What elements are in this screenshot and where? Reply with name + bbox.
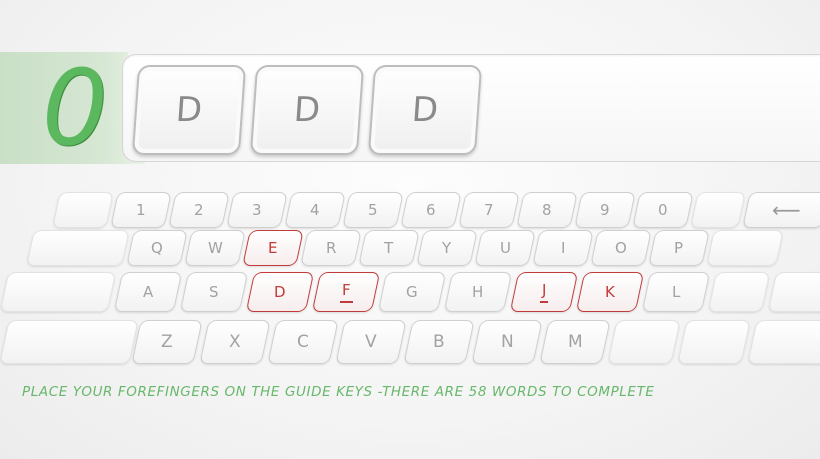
key-blank	[706, 230, 784, 266]
key-x[interactable]: X	[199, 320, 271, 364]
key-tab[interactable]	[26, 230, 130, 266]
key-4[interactable]: 4	[284, 192, 346, 228]
key-e[interactable]: E	[242, 230, 304, 266]
key-7[interactable]: 7	[458, 192, 520, 228]
key-6[interactable]: 6	[400, 192, 462, 228]
key-blank	[52, 192, 114, 228]
key-r[interactable]: R	[300, 230, 362, 266]
key-9[interactable]: 9	[574, 192, 636, 228]
key-h[interactable]: H	[443, 272, 513, 312]
key-shift-right[interactable]	[747, 320, 820, 364]
key-8[interactable]: 8	[516, 192, 578, 228]
key-c[interactable]: C	[267, 320, 339, 364]
key-n[interactable]: N	[471, 320, 543, 364]
key-3[interactable]: 3	[226, 192, 288, 228]
key-g[interactable]: G	[377, 272, 447, 312]
key-b[interactable]: B	[403, 320, 475, 364]
instruction-text: PLACE YOUR FOREFINGERS ON THE GUIDE KEYS…	[22, 384, 655, 400]
key-d[interactable]: D	[245, 272, 315, 312]
key-caps[interactable]	[0, 272, 117, 312]
key-enter[interactable]	[767, 272, 820, 312]
key-0[interactable]: 0	[632, 192, 694, 228]
key-1[interactable]: 1	[110, 192, 172, 228]
key-f[interactable]: F	[311, 272, 381, 312]
key-k[interactable]: K	[575, 272, 645, 312]
key-u[interactable]: U	[474, 230, 536, 266]
key-shift-left[interactable]	[0, 320, 139, 364]
key-blank	[690, 192, 746, 228]
key-m[interactable]: M	[539, 320, 611, 364]
key-y[interactable]: Y	[416, 230, 478, 266]
key-z[interactable]: Z	[131, 320, 203, 364]
key-l[interactable]: L	[641, 272, 711, 312]
key-2[interactable]: 2	[168, 192, 230, 228]
key-j[interactable]: J	[509, 272, 579, 312]
key-s[interactable]: S	[179, 272, 249, 312]
key-v[interactable]: V	[335, 320, 407, 364]
key-a[interactable]: A	[113, 272, 183, 312]
key-t[interactable]: T	[358, 230, 420, 266]
key-w[interactable]: W	[184, 230, 246, 266]
key-blank	[607, 320, 681, 364]
key-5[interactable]: 5	[342, 192, 404, 228]
key-p[interactable]: P	[648, 230, 710, 266]
key-i[interactable]: I	[532, 230, 594, 266]
key-backspace[interactable]: ⟵	[742, 192, 820, 228]
key-blank	[677, 320, 751, 364]
key-q[interactable]: Q	[126, 230, 188, 266]
key-blank	[707, 272, 771, 312]
key-o[interactable]: O	[590, 230, 652, 266]
